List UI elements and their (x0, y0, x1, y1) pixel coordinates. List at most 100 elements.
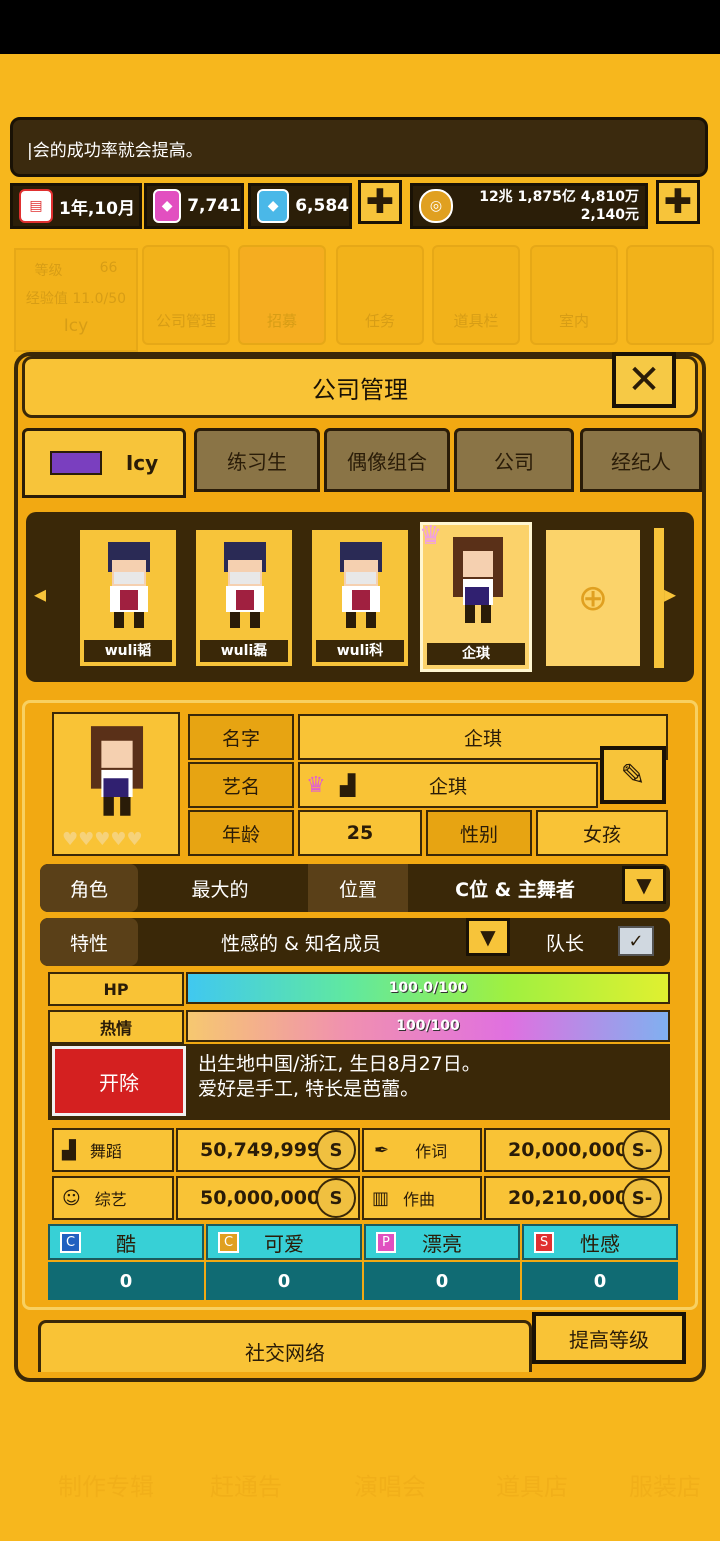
skill-compose: ▥ 作曲 (362, 1176, 482, 1220)
attr-cute-value: 0 (206, 1262, 362, 1300)
trait-value: 性感的 & 知名成员 (221, 932, 381, 955)
skill-compose-grade: S- (622, 1178, 662, 1218)
hp-text: 100.0/100 (388, 980, 468, 996)
trait-label: 特性 (40, 918, 138, 966)
fire-button[interactable]: 开除 (52, 1046, 186, 1116)
bio-line1: 出生地中国/浙江, 生日8月27日。 (198, 1053, 481, 1075)
nav-interior: 室内 (530, 245, 618, 345)
tab-idol-group[interactable]: 偶像组合 (324, 428, 450, 492)
status-bar (0, 0, 720, 54)
position-dropdown[interactable]: ▼ (622, 866, 666, 904)
gender-label: 性别 (426, 810, 532, 856)
pencil-icon: ✎ (620, 757, 646, 793)
tab-manager-label: 经纪人 (611, 449, 671, 474)
member-card[interactable]: wuli科 (310, 528, 410, 668)
blue-gem-display: ◆ 6,584 (248, 183, 352, 229)
add-circle-icon: ⊕ (577, 577, 609, 619)
date-display: ▤ 1年,10月 (10, 183, 142, 229)
panel-title: 公司管理 (312, 376, 408, 404)
member-avatar-icon (224, 542, 266, 628)
tab-group[interactable]: Icy (22, 428, 186, 498)
skill-variety-label: 综艺 (94, 1190, 127, 1209)
member-avatar-icon (108, 542, 150, 628)
member-name: 企琪 (427, 643, 525, 665)
hp-label: HP (48, 972, 184, 1006)
level-label: 等级 (34, 263, 63, 279)
player-level-box: 等级 66 经验值 11.0/50 Icy (14, 248, 138, 352)
tab-idol-group-label: 偶像组合 (347, 449, 427, 474)
bio-text: 出生地中国/浙江, 生日8月27日。 爱好是手工, 特长是芭蕾。 (198, 1052, 658, 1102)
add-member-button[interactable]: ⊕ (544, 528, 642, 668)
member-card[interactable]: wuli磊 (194, 528, 294, 668)
level-value: 66 (99, 260, 118, 276)
stage-name-label: 艺名 (188, 762, 294, 808)
group-icon (49, 451, 102, 475)
crown-icon: ♛ (306, 772, 326, 798)
buy-gems-button[interactable]: ✚ (358, 180, 402, 224)
nav-concert: 演唱会 (354, 1473, 426, 1501)
money-line2: 2,140元 (580, 207, 639, 223)
hearts-icon: ♥♥♥♥♥ (62, 829, 143, 850)
tab-manager[interactable]: 经纪人 (580, 428, 702, 492)
age-value: 25 (298, 810, 422, 856)
position-label: 位置 (308, 864, 408, 912)
c-gold-icon: C (218, 1231, 240, 1253)
member-card[interactable]: wuli韬 (78, 528, 178, 668)
coin-icon: ◎ (419, 189, 453, 223)
money-display: ◎ 12兆 1,875亿 4,810万 2,140元 (410, 183, 648, 229)
pink-gem-icon: ◆ (153, 189, 182, 223)
gender-value: 女孩 (536, 810, 668, 856)
buy-money-button[interactable]: ✚ (656, 180, 700, 224)
role-label: 角色 (40, 864, 138, 912)
nav-inventory: 道具栏 (432, 245, 520, 345)
attr-pretty-value: 0 (364, 1262, 520, 1300)
upgrade-button[interactable]: 提高等级 (532, 1312, 686, 1364)
chevron-down-icon: ▼ (480, 925, 496, 949)
member-card-selected[interactable]: ♛ 企琪 (419, 521, 532, 672)
member-name: wuli韬 (84, 640, 172, 662)
attr-cute: C 可爱 (206, 1224, 362, 1260)
scroll-left-icon[interactable]: ◂ (34, 580, 58, 610)
check-icon: ✓ (628, 930, 644, 952)
profile-portrait: ♥♥♥♥♥ (52, 712, 180, 856)
tab-company-label: 公司 (494, 449, 534, 474)
member-avatar-icon (453, 537, 503, 623)
variety-icon: ☺ (62, 1187, 81, 1209)
blue-gem-icon: ◆ (257, 189, 290, 223)
stage-name-value: 企琪 (428, 775, 467, 798)
leader-label: 队长 (545, 932, 584, 955)
player-name: Icy (63, 316, 89, 336)
nav-extra (626, 245, 714, 345)
close-button[interactable]: ✕ (612, 352, 676, 408)
scroll-right-icon[interactable]: ▸ (664, 580, 688, 610)
position-value: C位 & 主舞者 (455, 878, 575, 901)
member-name: wuli磊 (200, 640, 288, 662)
attr-pretty: P 漂亮 (364, 1224, 520, 1260)
exp-label: 经验值 11.0/50 (25, 291, 127, 307)
passion-bar: 100/100 (186, 1010, 670, 1042)
skill-lyrics-label: 作词 (415, 1142, 448, 1161)
pink-gem-display: ◆ 7,741 (144, 183, 244, 229)
attr-sexy-label: 性感 (580, 1231, 620, 1256)
stage-name-row: ♛ ▟ 企琪 (298, 762, 598, 808)
tab-trainee[interactable]: 练习生 (194, 428, 320, 492)
edit-button[interactable]: ✎ (600, 746, 666, 804)
nav-costume-shop: 服装店 (629, 1473, 701, 1501)
trait-dropdown[interactable]: ▼ (466, 918, 510, 956)
skill-lyrics-grade: S- (622, 1130, 662, 1170)
nav-tasks: 任务 (336, 245, 424, 345)
hp-bar: 100.0/100 (186, 972, 670, 1004)
attr-cool: C酷 (48, 1224, 204, 1260)
tab-group-label: Icy (125, 451, 159, 475)
attr-pretty-label: 漂亮 (422, 1231, 462, 1256)
member-name: wuli科 (316, 640, 404, 662)
social-network-button[interactable]: 社交网络 (38, 1320, 532, 1372)
leader-checkbox[interactable]: ✓ (618, 926, 654, 956)
nav-item-shop: 道具店 (496, 1473, 568, 1501)
tab-company[interactable]: 公司 (454, 428, 574, 492)
attr-sexy: S 性感 (522, 1224, 678, 1260)
carousel-edge (654, 528, 664, 668)
piano-icon: ▥ (372, 1187, 390, 1209)
pen-icon: ✒ (374, 1139, 390, 1161)
portrait-avatar-icon (90, 726, 144, 816)
